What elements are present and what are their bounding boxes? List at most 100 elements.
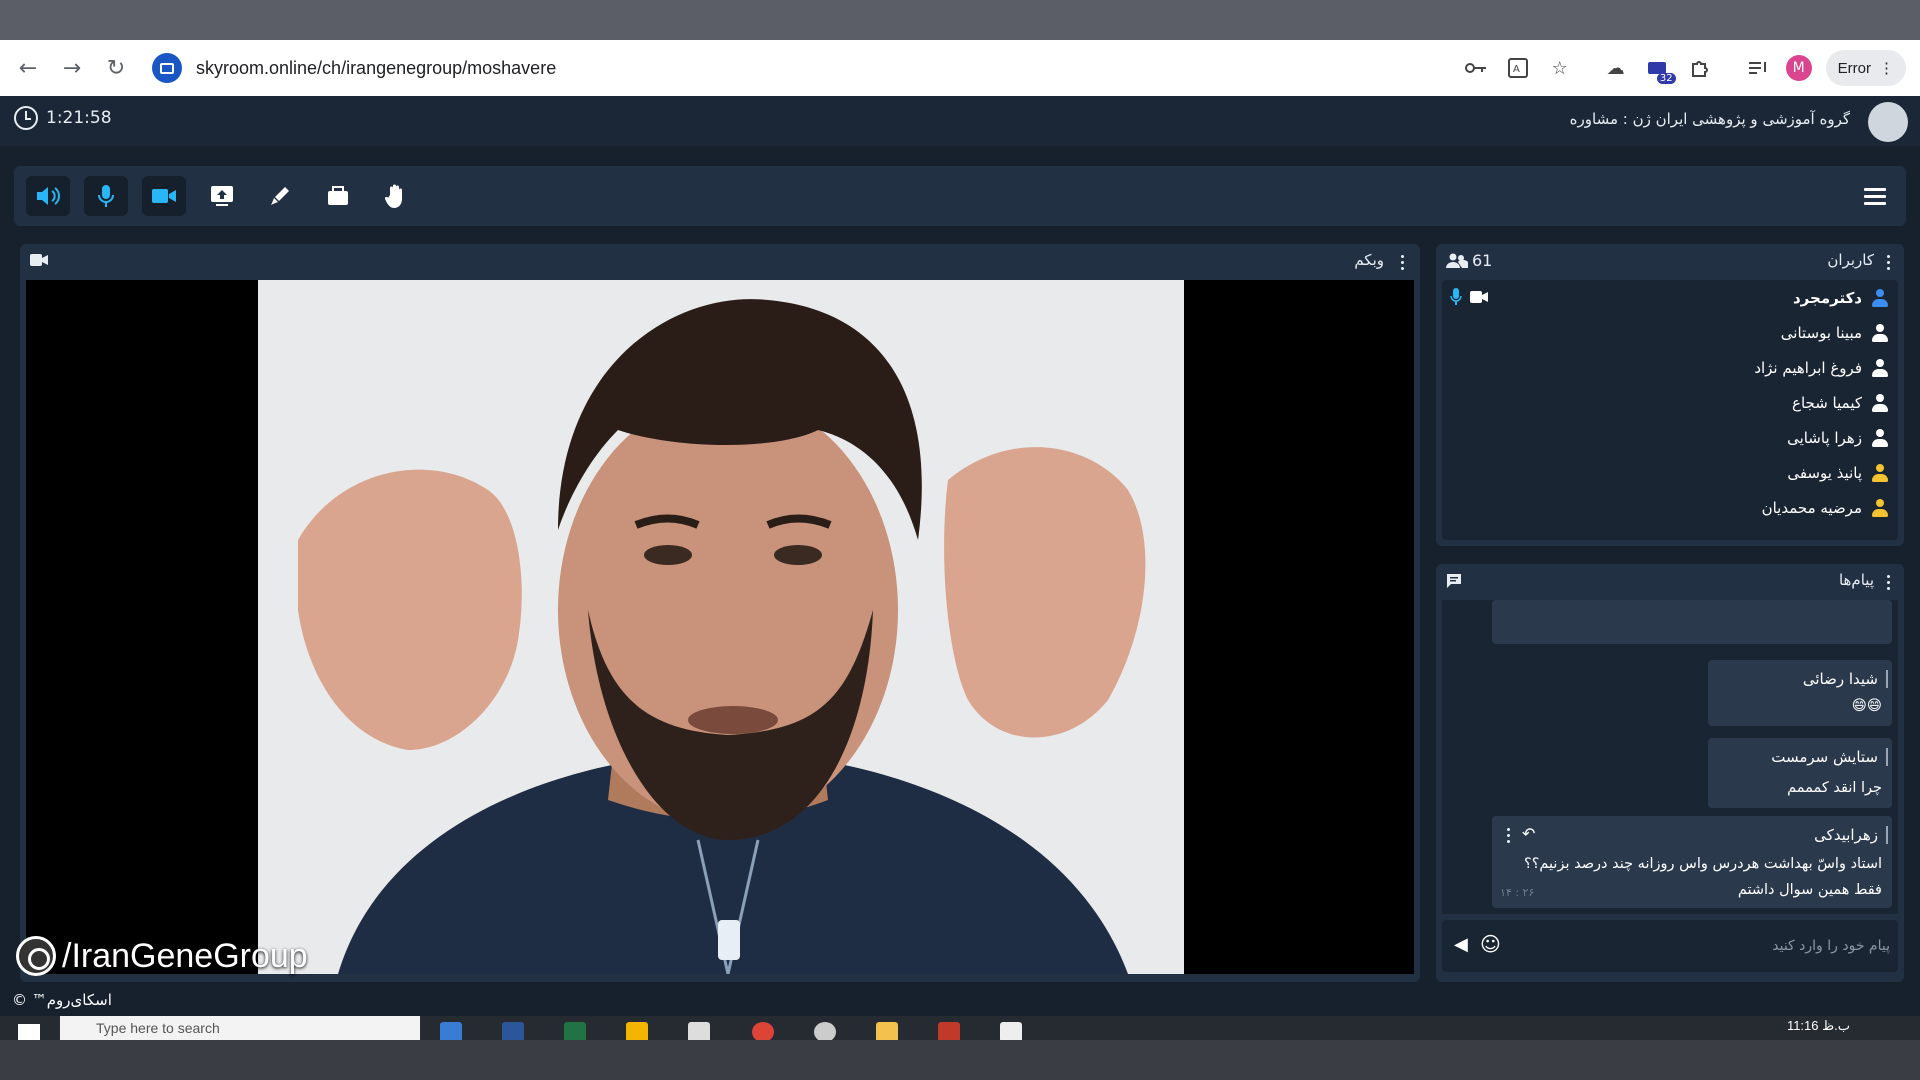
send-icon[interactable]: ◀ <box>1454 934 1468 955</box>
word-app-icon[interactable] <box>502 1022 524 1040</box>
app-header: 1:21:58 گروه آموزشی و پژوهشی ایران ژن : … <box>0 96 1920 146</box>
taskbar-search[interactable]: Type here to search <box>60 1016 420 1040</box>
webcam-panel: وبکم <box>20 244 1420 982</box>
message-bubble[interactable]: زهرابیدکی ↶ استاد واسّ بهداشت هردرس واس … <box>1492 816 1892 908</box>
file-explorer-icon[interactable] <box>876 1022 898 1040</box>
extensions-puzzle-icon[interactable] <box>1686 54 1714 82</box>
taskbar-app-icon[interactable] <box>440 1022 462 1040</box>
watermark-text: /IranGeneGroup <box>62 936 308 975</box>
user-name: پانیذ یوسفی <box>1787 464 1862 482</box>
bookmark-star-icon[interactable]: ☆ <box>1546 54 1574 82</box>
messages-more-icon[interactable] <box>1880 572 1896 592</box>
video-camera-icon <box>30 253 48 271</box>
message-quote-bar <box>1886 826 1888 844</box>
taskbar-app-icon[interactable] <box>1000 1022 1022 1040</box>
users-group-icon <box>1446 253 1470 273</box>
presenter-video-image <box>258 280 1184 974</box>
taskbar-app-icon[interactable] <box>626 1022 648 1040</box>
room-avatar[interactable] <box>1868 102 1908 142</box>
messages-list: شیدا رضائی 😄😄 ستایش سرمست چرا انقد کمممم… <box>1442 600 1898 914</box>
windows-start-icon[interactable] <box>18 1024 40 1040</box>
chrome-app-icon[interactable] <box>752 1022 774 1040</box>
users-panel-title: کاربران <box>1827 251 1874 269</box>
message-bubble[interactable]: ستایش سرمست چرا انقد کمممم <box>1708 738 1892 808</box>
taskbar-app-icon[interactable] <box>688 1022 710 1040</box>
profile-avatar[interactable]: M <box>1785 55 1812 81</box>
user-person-icon <box>1872 429 1888 447</box>
microphone-icon[interactable] <box>84 176 128 216</box>
message-sender: ستایش سرمست <box>1771 748 1878 766</box>
extension-badge-icon[interactable]: 32 <box>1644 54 1676 84</box>
whiteboard-pen-icon[interactable] <box>258 176 302 216</box>
webcam-video[interactable] <box>258 280 1184 974</box>
user-row[interactable]: مبینا بوستانی <box>1781 317 1888 349</box>
users-count: 61 <box>1472 251 1493 270</box>
webcam-more-icon[interactable] <box>1394 252 1410 272</box>
app-body: وبکم 61 کاربران دکترمجرد مبینا بوستانی ف… <box>0 146 1920 1040</box>
video-stage <box>26 280 1414 974</box>
user-row[interactable]: پانیذ یوسفی <box>1787 457 1888 489</box>
extension-badge-count: 32 <box>1656 73 1676 84</box>
webcam-panel-title: وبکم <box>1354 251 1384 269</box>
camera-icon[interactable] <box>142 176 186 216</box>
room-title: گروه آموزشی و پژوهشی ایران ژن : مشاوره <box>1569 110 1850 128</box>
messages-panel: پیام‌ها شیدا رضائی 😄😄 ستایش سرمست چرا ان… <box>1436 564 1904 982</box>
os-taskbar: Type here to search 11:16 ب.ظ <box>0 1016 1920 1040</box>
room-toolbar <box>14 166 1906 226</box>
message-sender: شیدا رضائی <box>1802 670 1878 688</box>
svg-text:A: A <box>1513 64 1520 75</box>
clock-icon <box>14 106 38 130</box>
webcam-panel-header: وبکم <box>20 244 1420 278</box>
users-more-icon[interactable] <box>1880 252 1896 272</box>
user-name: مبینا بوستانی <box>1780 324 1862 342</box>
user-person-icon <box>1872 464 1888 482</box>
users-panel: 61 کاربران دکترمجرد مبینا بوستانی فروغ ا… <box>1436 244 1904 546</box>
speaker-icon[interactable] <box>26 176 70 216</box>
url-text: skyroom.online/ch/irangenegroup/moshaver… <box>196 57 557 78</box>
user-name: مرضیه محمدیان <box>1761 499 1862 517</box>
user-row[interactable]: مرضیه محمدیان <box>1762 492 1888 524</box>
screen: ← → ↻ skyroom.online/ch/irangenegroup/mo… <box>0 0 1920 1080</box>
host-camera-icon <box>1470 291 1488 303</box>
message-bubble[interactable]: شیدا رضائی 😄😄 <box>1708 660 1892 726</box>
error-label: Error <box>1837 59 1871 77</box>
password-key-icon[interactable] <box>1462 54 1490 82</box>
browser-error-button[interactable]: Error ⋮ <box>1825 50 1906 86</box>
back-arrow-icon[interactable]: ← <box>6 46 50 90</box>
messages-panel-title: پیام‌ها <box>1838 571 1874 589</box>
user-row[interactable]: فروغ ابراهیم نژاد <box>1754 352 1888 384</box>
video-letterbox-bottom <box>0 1040 1920 1080</box>
users-list: دکترمجرد مبینا بوستانی فروغ ابراهیم نژاد… <box>1442 280 1898 540</box>
excel-app-icon[interactable] <box>564 1022 586 1040</box>
user-name: فروغ ابراهیم نژاد <box>1754 359 1862 377</box>
settings-app-icon[interactable] <box>814 1022 836 1040</box>
messages-panel-header: پیام‌ها <box>1436 564 1904 598</box>
user-row[interactable]: کیمیا شجاع <box>1792 387 1888 419</box>
message-composer: ◀ ☺ <box>1442 920 1898 972</box>
extension-cloud-icon[interactable]: ☁ <box>1602 54 1630 82</box>
hamburger-menu-icon[interactable] <box>1854 176 1896 216</box>
forward-arrow-icon[interactable]: → <box>50 46 94 90</box>
message-text: 😄😄 <box>1851 698 1882 714</box>
reply-icon[interactable]: ↶ <box>1522 824 1535 843</box>
user-row[interactable]: دکترمجرد <box>1793 282 1888 314</box>
user-row[interactable]: زهرا پاشایی <box>1787 422 1888 454</box>
user-person-icon <box>1872 499 1888 517</box>
translate-icon[interactable]: A <box>1504 54 1532 82</box>
host-mic-icon <box>1450 288 1462 305</box>
message-sender: زهرابیدکی <box>1814 826 1878 844</box>
channel-watermark: /IranGeneGroup <box>16 936 308 976</box>
message-input[interactable] <box>1550 930 1890 962</box>
media-queue-icon[interactable] <box>1744 54 1772 82</box>
user-name: زهرا پاشایی <box>1787 429 1862 447</box>
message-more-icon[interactable] <box>1500 825 1516 845</box>
emoji-icon[interactable]: ☺ <box>1480 932 1501 956</box>
file-folder-icon[interactable] <box>316 176 360 216</box>
raise-hand-icon[interactable] <box>374 176 418 216</box>
screen-share-icon[interactable] <box>200 176 244 216</box>
taskbar-app-icon[interactable] <box>938 1022 960 1040</box>
address-bar[interactable]: skyroom.online/ch/irangenegroup/moshaver… <box>146 48 1396 88</box>
reload-icon[interactable]: ↻ <box>94 46 138 90</box>
host-media-indicators <box>1450 288 1488 306</box>
session-timer: 1:21:58 <box>14 106 112 130</box>
